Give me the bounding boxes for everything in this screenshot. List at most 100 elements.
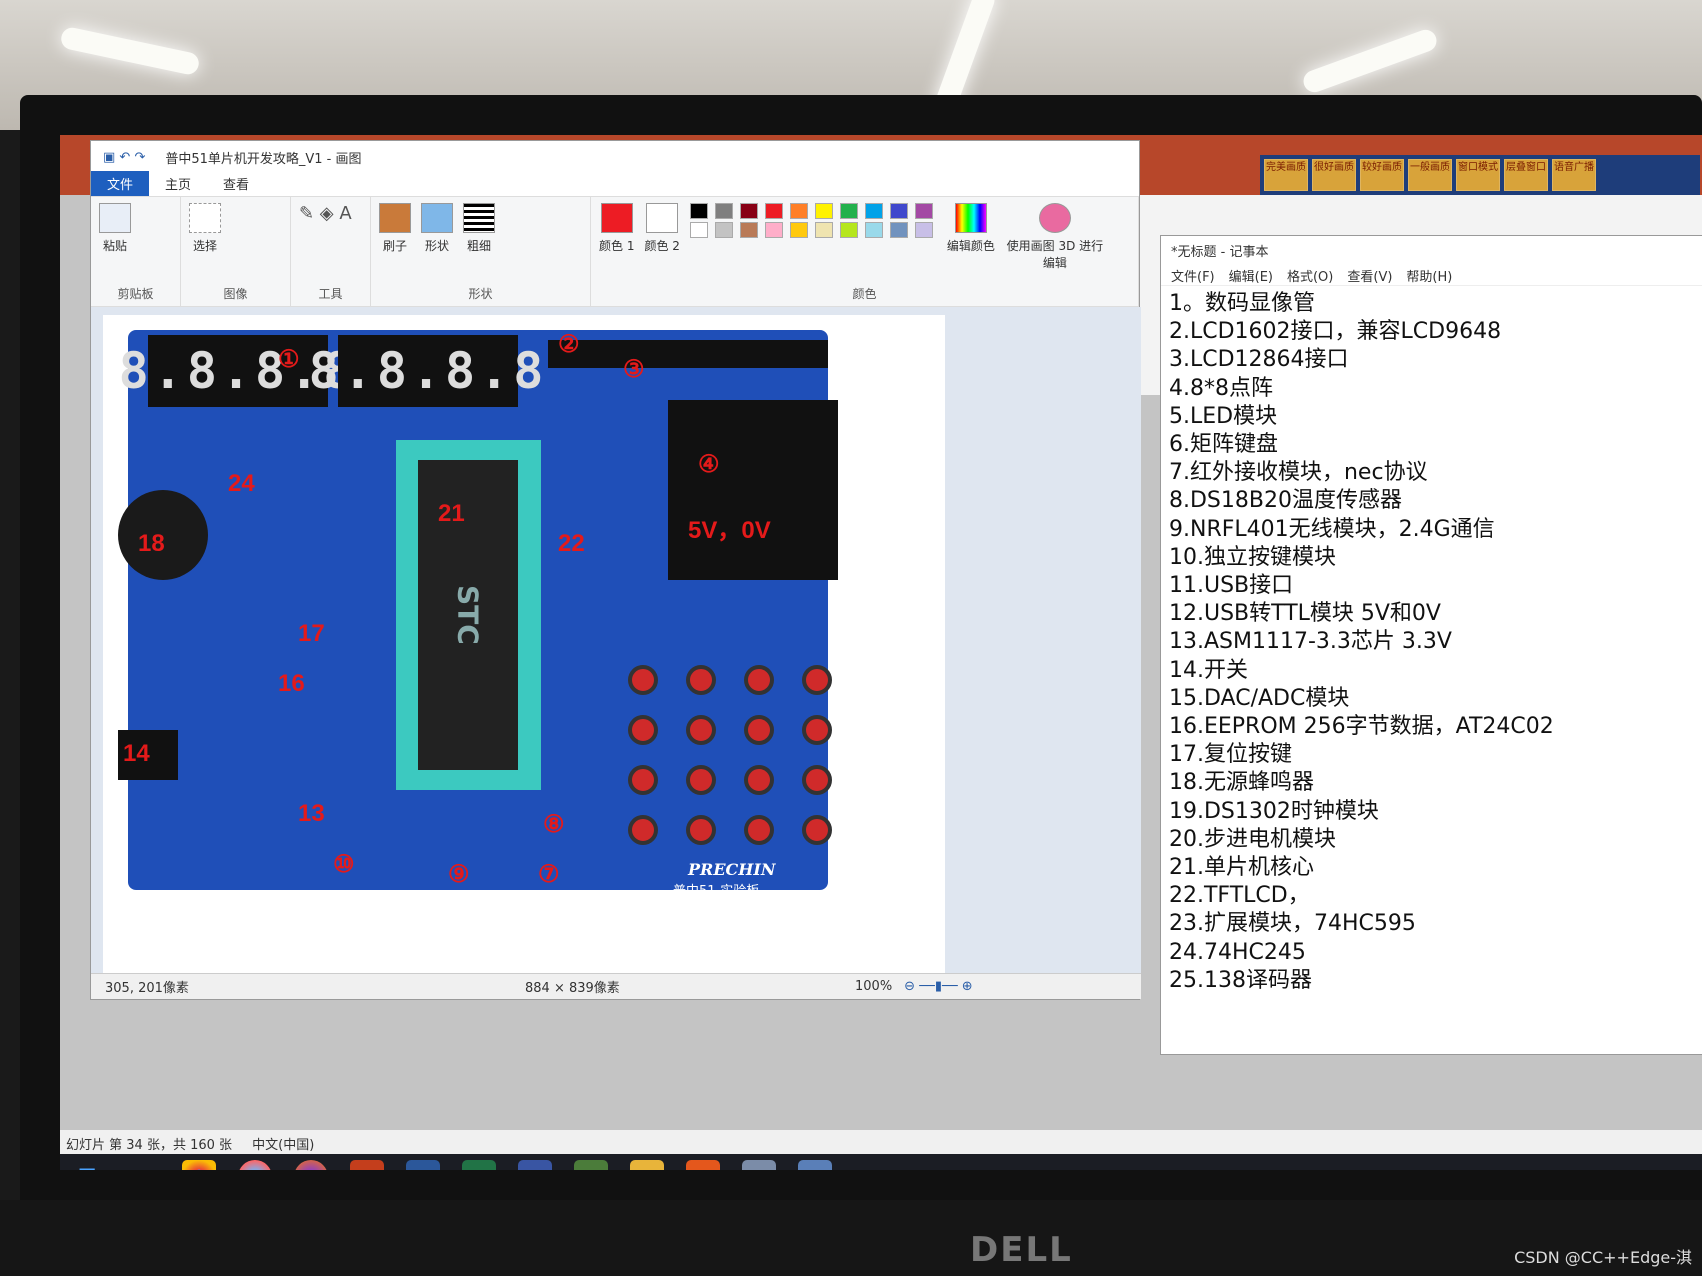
edit-colors-button[interactable]: 编辑颜色: [947, 203, 995, 254]
annotation: 14: [123, 740, 150, 767]
palette-swatch[interactable]: [714, 222, 733, 238]
notepad-line: 11.USB接口: [1169, 573, 1294, 599]
cursor-position: 305, 201像素: [105, 981, 189, 996]
menu-view[interactable]: 查看(V): [1347, 266, 1392, 285]
ext-button[interactable]: 很好画质: [1312, 159, 1356, 191]
size-icon: [463, 203, 495, 233]
palette-swatch[interactable]: [789, 203, 808, 219]
paint-canvas[interactable]: 8.8.8.8 8.8.8.8 STC PRECHIN 普中51-实验板 ① ②…: [103, 315, 945, 983]
notepad-line: 1。数码显像管: [1169, 291, 1315, 316]
browser-icon[interactable]: [238, 1159, 272, 1170]
keypad-key: [628, 665, 658, 695]
notepad-text-area[interactable]: 1。数码显像管 2.LCD1602接口，兼容LCD9648 3.LCD12864接口…: [1161, 286, 1702, 999]
ceiling-light: [59, 25, 201, 77]
chrome-icon[interactable]: [182, 1159, 216, 1170]
dev-board-photo: 8.8.8.8 8.8.8.8 STC PRECHIN 普中51-实验板 ① ②…: [118, 330, 838, 899]
ext-button[interactable]: 较好画质: [1360, 159, 1404, 191]
color1-button[interactable]: 颜色 1: [599, 203, 634, 254]
notepad-line: 4.8*8点阵: [1169, 375, 1273, 401]
paint-icon[interactable]: ◐: [742, 1159, 776, 1170]
paint-titlebar: ▣ ↶ ↷ 普中51单片机开发攻略_V1 - 画图: [91, 141, 1139, 173]
select-button[interactable]: 选择: [189, 203, 221, 254]
notepad-line: 16.EEPROM 256字节数据，AT24C02: [1169, 714, 1554, 740]
keypad-key: [802, 765, 832, 795]
color2-button[interactable]: 颜色 2: [644, 203, 680, 254]
keypad-key: [744, 815, 774, 845]
palette-swatch[interactable]: [689, 203, 708, 219]
palette-swatch[interactable]: [814, 203, 833, 219]
keypad-key: [686, 815, 716, 845]
publisher-icon[interactable]: P: [574, 1159, 608, 1170]
palette-swatch[interactable]: [689, 222, 708, 238]
shapes-icon: [421, 203, 453, 233]
brush-button[interactable]: 刷子: [379, 203, 411, 254]
menu-edit[interactable]: 编辑(E): [1229, 266, 1273, 285]
palette-swatch[interactable]: [739, 222, 758, 238]
annotation: 22: [558, 530, 585, 557]
color-palette[interactable]: [689, 203, 937, 238]
pencil-tool[interactable]: ✎ ◈ A: [299, 203, 352, 224]
ext-button[interactable]: 窗口模式: [1456, 159, 1500, 191]
notepad-line: 12.USB转TTL模块 5V和0V: [1169, 601, 1441, 627]
word-icon[interactable]: W: [406, 1159, 440, 1170]
brush-icon: [379, 203, 411, 233]
board-brand: PRECHIN: [688, 860, 776, 879]
palette-swatch[interactable]: [864, 222, 883, 238]
ext-button[interactable]: 完美画质: [1264, 159, 1308, 191]
notepad-line: 9.NRFL401无线模块，2.4G通信: [1169, 516, 1495, 542]
palette-swatch[interactable]: [739, 203, 758, 219]
select-icon: [189, 203, 221, 233]
start-icon[interactable]: ⊞: [70, 1160, 104, 1170]
file-explorer-icon[interactable]: [630, 1159, 664, 1170]
ext-button[interactable]: 一般画质: [1408, 159, 1452, 191]
firefox-icon[interactable]: [294, 1159, 328, 1170]
tab-view[interactable]: 查看: [207, 171, 265, 196]
shapes-button[interactable]: 形状: [421, 203, 453, 254]
menu-file[interactable]: 文件(F): [1171, 266, 1215, 285]
ext-button[interactable]: 层叠窗口: [1504, 159, 1548, 191]
annotation: 18: [138, 530, 165, 557]
menu-format[interactable]: 格式(O): [1287, 266, 1333, 285]
group-tools: ✎ ◈ A 工具: [291, 197, 371, 306]
palette-swatch[interactable]: [814, 222, 833, 238]
paint3d-button[interactable]: 使用画图 3D 进行编辑: [1005, 203, 1105, 271]
zoom-slider[interactable]: ⊖ ──▮── ⊕: [904, 979, 973, 994]
palette-swatch[interactable]: [839, 222, 858, 238]
palette-swatch[interactable]: [764, 203, 783, 219]
tab-file[interactable]: 文件: [91, 171, 150, 196]
visio-icon[interactable]: V: [518, 1159, 552, 1170]
search-icon[interactable]: ⌕: [126, 1160, 160, 1171]
ext-button[interactable]: 语音广播: [1552, 159, 1596, 191]
keypad-key: [802, 815, 832, 845]
quick-access-toolbar[interactable]: ▣ ↶ ↷: [103, 150, 145, 165]
keypad-key: [628, 815, 658, 845]
palette-swatch[interactable]: [839, 203, 858, 219]
palette-swatch[interactable]: [764, 222, 783, 238]
palette-swatch[interactable]: [889, 203, 908, 219]
palette-swatch[interactable]: [914, 203, 933, 219]
paint-window: ▣ ↶ ↷ 普中51单片机开发攻略_V1 - 画图 文件 主页 查看 粘贴 剪贴…: [90, 140, 1141, 1000]
tab-home[interactable]: 主页: [149, 171, 207, 196]
palette-swatch[interactable]: [914, 222, 933, 238]
excel-icon[interactable]: X: [462, 1159, 496, 1170]
keypad-key: [686, 665, 716, 695]
menu-help[interactable]: 帮助(H): [1406, 266, 1452, 285]
notepad-menubar: 文件(F) 编辑(E) 格式(O) 查看(V) 帮助(H): [1161, 262, 1702, 286]
paste-button[interactable]: 粘贴: [99, 203, 131, 254]
palette-swatch[interactable]: [889, 222, 908, 238]
palette-swatch[interactable]: [714, 203, 733, 219]
dell-logo: DELL: [970, 1230, 1073, 1270]
notepad-icon[interactable]: ▤: [798, 1159, 832, 1170]
notepad-line: 20.步进电机模块: [1169, 826, 1336, 852]
powerpoint-icon[interactable]: P: [350, 1159, 384, 1170]
watermark-credit: CSDN @CC++Edge-淇: [1514, 1248, 1692, 1267]
size-button[interactable]: 粗细: [463, 203, 495, 254]
palette-swatch[interactable]: [789, 222, 808, 238]
notepad-line: 5.LED模块: [1169, 403, 1278, 429]
annotation: ①: [278, 346, 300, 373]
image-size: 884 × 839像素: [525, 981, 620, 996]
palette-swatch[interactable]: [864, 203, 883, 219]
pdf-icon[interactable]: PDF: [686, 1159, 720, 1170]
board-model: 普中51-实验板: [673, 884, 760, 899]
group-colors: 颜色 1 颜色 2 编辑颜色 使用画图 3D 进行编辑 颜色: [591, 197, 1139, 306]
